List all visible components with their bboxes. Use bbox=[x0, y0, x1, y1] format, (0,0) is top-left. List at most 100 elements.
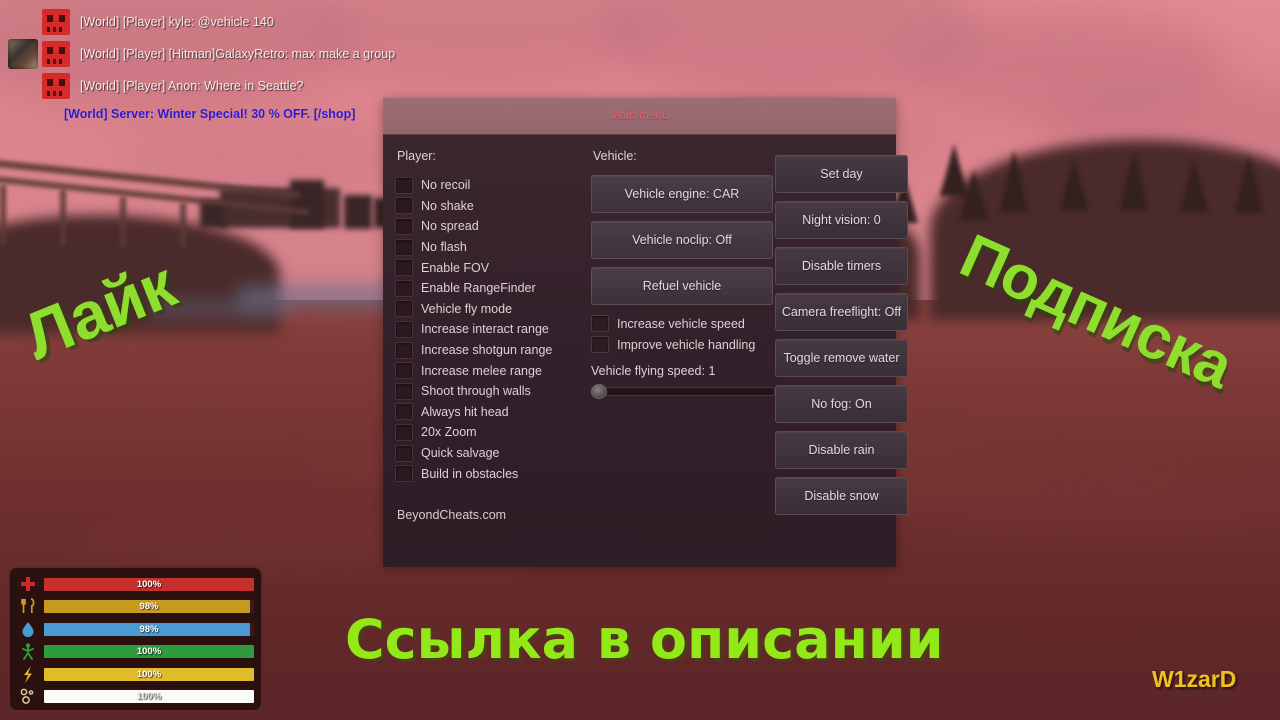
camera-freeflight-button[interactable]: Camera freeflight: Off bbox=[775, 293, 908, 331]
set-day-button[interactable]: Set day bbox=[775, 155, 908, 193]
vehicle-heading: Vehicle: bbox=[593, 149, 637, 163]
checkbox-no-recoil[interactable] bbox=[395, 176, 413, 194]
checkbox-label: Increase interact range bbox=[421, 322, 549, 337]
checkbox-label: Enable FOV bbox=[421, 260, 490, 275]
bridge-post bbox=[60, 190, 66, 246]
status-value: 100% bbox=[136, 646, 162, 658]
bridge-post bbox=[180, 203, 186, 247]
tree-silhouette bbox=[1060, 158, 1088, 210]
chat-message-text: [World] [Player] kyle: @vehicle 140 bbox=[80, 15, 274, 29]
checkbox-quick-salvage[interactable] bbox=[395, 444, 413, 462]
stamina-figure-icon bbox=[15, 641, 41, 662]
checkbox-row-increase-vehicle-speed[interactable]: Increase vehicle speed bbox=[591, 313, 773, 334]
checkbox-improve-vehicle-handling[interactable] bbox=[591, 336, 609, 353]
disable-rain-button[interactable]: Disable rain bbox=[775, 431, 908, 469]
checkbox-row-no-flash[interactable]: No flash bbox=[395, 237, 585, 258]
checkbox-row-always-hit-head[interactable]: Always hit head bbox=[395, 402, 585, 423]
checkbox-label: No flash bbox=[421, 240, 467, 255]
structure-silhouette bbox=[344, 195, 372, 229]
checkbox-row-quick-salvage[interactable]: Quick salvage bbox=[395, 443, 585, 464]
main-menu-titlebar[interactable]: Main menu bbox=[383, 98, 896, 135]
checkbox-enable-rangefinder[interactable] bbox=[395, 279, 413, 297]
main-menu-window[interactable]: Main menu Player: No recoil No shake No … bbox=[383, 98, 908, 567]
status-value: 98% bbox=[139, 601, 159, 613]
checkbox-row-no-recoil[interactable]: No recoil bbox=[395, 175, 585, 196]
checkbox-increase-shotgun-range[interactable] bbox=[395, 341, 413, 359]
water-drop-icon bbox=[15, 619, 41, 640]
checkbox-label: Enable RangeFinder bbox=[421, 281, 536, 296]
checkbox-row-no-shake[interactable]: No shake bbox=[395, 196, 585, 217]
status-bar: 100% bbox=[44, 577, 254, 591]
checkbox-increase-melee-range[interactable] bbox=[395, 362, 413, 380]
chat-message-text: [World] [Player] Anon: Where in Seattle? bbox=[80, 79, 304, 93]
status-bar: 98% bbox=[44, 622, 254, 636]
disable-timers-button[interactable]: Disable timers bbox=[775, 247, 908, 285]
checkbox-vehicle-fly-mode[interactable] bbox=[395, 300, 413, 318]
chat-message-text: [World] [Player] [Hitman]GalaxyRetro: ma… bbox=[80, 47, 396, 61]
checkbox-row-enable-rangefinder[interactable]: Enable RangeFinder bbox=[395, 278, 585, 299]
checkbox-row-improve-vehicle-handling[interactable]: Improve vehicle handling bbox=[591, 334, 773, 355]
player-column: Player: No recoil No shake No spread No … bbox=[395, 149, 585, 567]
checkbox-row-increase-shotgun-range[interactable]: Increase shotgun range bbox=[395, 340, 585, 361]
vehicle-column: Vehicle: Vehicle engine: CAR Vehicle noc… bbox=[591, 149, 775, 567]
status-bar: 100% bbox=[44, 667, 254, 681]
status-bar: 100% bbox=[44, 645, 254, 659]
checkbox-label: No spread bbox=[421, 219, 479, 234]
checkbox-no-shake[interactable] bbox=[395, 197, 413, 215]
checkbox-20x-zoom[interactable] bbox=[395, 423, 413, 441]
night-vision-button[interactable]: Night vision: 0 bbox=[775, 201, 908, 239]
status-value: 100% bbox=[136, 668, 162, 680]
status-row-energy: 100% bbox=[15, 663, 254, 686]
checkbox-shoot-through-walls[interactable] bbox=[395, 382, 413, 400]
slider-knob[interactable] bbox=[591, 384, 607, 399]
refuel-vehicle-button[interactable]: Refuel vehicle bbox=[591, 267, 773, 305]
checkbox-no-spread[interactable] bbox=[395, 217, 413, 235]
checkbox-no-flash[interactable] bbox=[395, 238, 413, 256]
player-badge-icon bbox=[42, 73, 70, 99]
status-bar: 98% bbox=[44, 600, 254, 614]
slider-track[interactable] bbox=[591, 387, 775, 396]
vehicle-flying-speed-slider[interactable] bbox=[591, 384, 775, 399]
checkbox-row-no-spread[interactable]: No spread bbox=[395, 216, 585, 237]
health-cross-icon bbox=[15, 574, 41, 595]
tree-silhouette bbox=[1120, 150, 1148, 210]
checkbox-increase-vehicle-speed[interactable] bbox=[591, 315, 609, 332]
checkbox-label: Quick salvage bbox=[421, 446, 500, 461]
vehicle-noclip-button[interactable]: Vehicle noclip: Off bbox=[591, 221, 773, 259]
checkbox-row-increase-interact-range[interactable]: Increase interact range bbox=[395, 319, 585, 340]
checkbox-always-hit-head[interactable] bbox=[395, 403, 413, 421]
tree-silhouette bbox=[960, 170, 988, 220]
tree-silhouette bbox=[1180, 160, 1208, 212]
checkbox-label: Increase melee range bbox=[421, 363, 542, 378]
checkbox-row-shoot-through-walls[interactable]: Shoot through walls bbox=[395, 381, 585, 402]
checkbox-enable-fov[interactable] bbox=[395, 259, 413, 277]
checkbox-label: Always hit head bbox=[421, 404, 509, 419]
structure-silhouette bbox=[290, 180, 324, 228]
food-fork-knife-icon bbox=[15, 596, 41, 617]
checkbox-row-increase-melee-range[interactable]: Increase melee range bbox=[395, 360, 585, 381]
status-value: 98% bbox=[139, 623, 159, 635]
energy-bolt-icon bbox=[15, 664, 41, 685]
checkbox-build-in-obstacles[interactable] bbox=[395, 465, 413, 483]
checkbox-row-vehicle-fly-mode[interactable]: Vehicle fly mode bbox=[395, 299, 585, 320]
vehicle-engine-button[interactable]: Vehicle engine: CAR bbox=[591, 175, 773, 213]
checkbox-increase-interact-range[interactable] bbox=[395, 320, 413, 338]
bridge-post bbox=[0, 185, 6, 245]
vehicle-flying-speed-label: Vehicle flying speed: 1 bbox=[591, 364, 716, 378]
disable-snow-button[interactable]: Disable snow bbox=[775, 477, 908, 515]
checkbox-row-20x-zoom[interactable]: 20x Zoom bbox=[395, 422, 585, 443]
avatar bbox=[8, 71, 38, 101]
toggle-remove-water-button[interactable]: Toggle remove water bbox=[775, 339, 908, 377]
checkbox-row-build-in-obstacles[interactable]: Build in obstacles bbox=[395, 463, 585, 484]
chat-message: [World] [Player] kyle: @vehicle 140 bbox=[8, 6, 528, 38]
chat-message: [World] [Player] [Hitman]GalaxyRetro: ma… bbox=[8, 38, 528, 70]
player-badge-icon bbox=[42, 9, 70, 35]
status-row-food: 98% bbox=[15, 596, 254, 619]
checkbox-row-enable-fov[interactable]: Enable FOV bbox=[395, 257, 585, 278]
player-heading: Player: bbox=[397, 149, 436, 163]
watermark-text: BeyondCheats.com bbox=[397, 507, 507, 522]
status-row-health: 100% bbox=[15, 573, 254, 596]
avatar bbox=[8, 7, 38, 37]
no-fog-button[interactable]: No fog: On bbox=[775, 385, 908, 423]
status-value: 100% bbox=[136, 691, 162, 703]
